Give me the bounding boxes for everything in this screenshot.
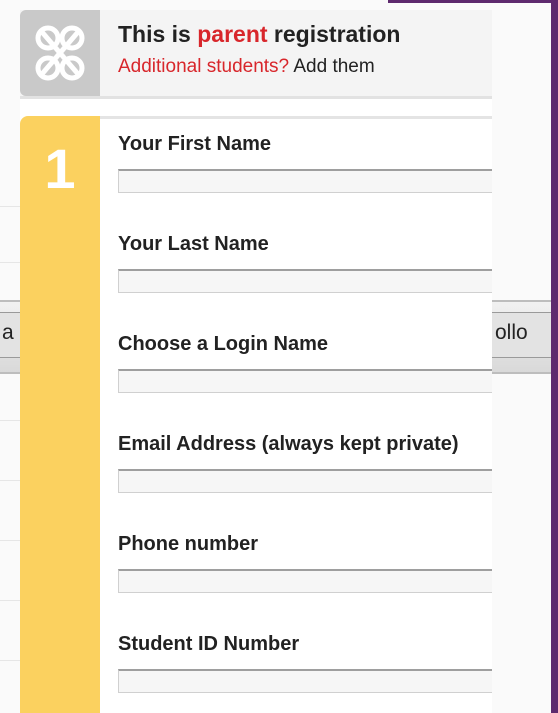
subtitle-rest: Add them — [289, 56, 375, 77]
login-name-input[interactable] — [118, 369, 492, 393]
background-rule — [0, 420, 20, 421]
registration-panel: This is parent registration Additional s… — [20, 10, 492, 713]
additional-students-link[interactable]: Additional students? — [118, 56, 289, 77]
title-highlight: parent — [197, 21, 268, 47]
background-tab-left-label: a — [2, 321, 14, 344]
frame-top-edge — [388, 0, 558, 3]
background-rule — [0, 480, 20, 481]
background-rule — [0, 540, 20, 541]
registration-title: This is parent registration — [118, 21, 400, 48]
email-label: Email Address (always kept private) — [118, 433, 459, 455]
background-rule — [0, 206, 20, 207]
first-name-input[interactable] — [118, 169, 492, 193]
background-tab-right-label: ollo — [495, 321, 528, 344]
student-id-input[interactable] — [118, 669, 492, 693]
step-number: 1 — [44, 137, 76, 200]
first-name-label: Your First Name — [118, 133, 271, 155]
last-name-input[interactable] — [118, 269, 492, 293]
student-id-label: Student ID Number — [118, 633, 300, 655]
title-suffix: registration — [267, 21, 401, 47]
phone-label: Phone number — [118, 533, 259, 555]
registration-form: Your First Name Your Last Name Choose a … — [100, 116, 492, 713]
frame-right-edge — [551, 0, 558, 713]
knot-logo-icon — [35, 25, 85, 81]
logo — [20, 10, 100, 96]
background-rule — [0, 262, 20, 263]
login-name-label: Choose a Login Name — [118, 333, 329, 355]
title-prefix: This is — [118, 21, 198, 47]
background-tab-right[interactable]: ollo — [488, 312, 551, 358]
background-rule — [0, 600, 20, 601]
registration-subtitle: Additional students? Add them — [118, 56, 375, 78]
registration-header: This is parent registration Additional s… — [20, 10, 492, 99]
phone-input[interactable] — [118, 569, 492, 593]
last-name-label: Your Last Name — [118, 233, 269, 255]
background-rule — [0, 660, 20, 661]
step-indicator — [20, 116, 100, 713]
email-input[interactable] — [118, 469, 492, 493]
